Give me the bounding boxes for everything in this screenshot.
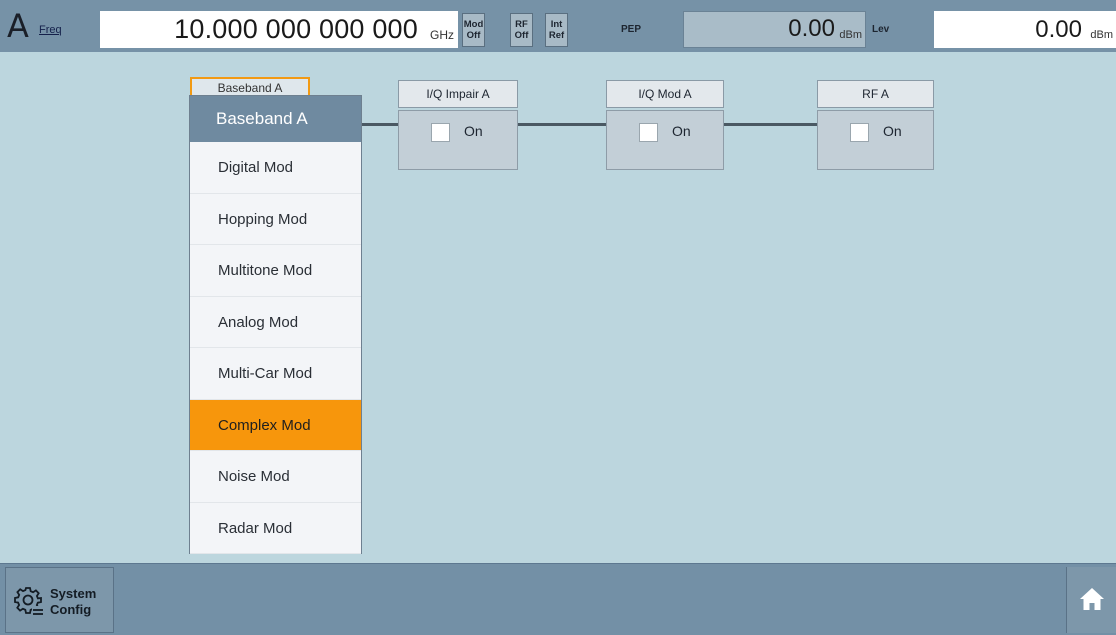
system-config-label: System Config [50, 586, 96, 618]
system-config-button[interactable]: System Config [5, 567, 114, 633]
signal-connector [518, 123, 606, 126]
level-field[interactable]: 0.00 dBm [934, 11, 1116, 48]
rf-on-checkbox[interactable] [850, 123, 869, 142]
menu-item-radar-mod[interactable]: Radar Mod [190, 503, 361, 554]
rf-off-button[interactable]: RF Off [510, 13, 533, 47]
pep-value: 0.00 [788, 15, 835, 42]
frequency-unit: GHz [430, 28, 454, 42]
pep-unit: dBm [839, 29, 862, 41]
signal-connector [724, 123, 817, 126]
system-config-line2: Config [50, 602, 92, 617]
rf-off-line2: Off [514, 30, 529, 41]
iq-impair-on-checkbox[interactable] [431, 123, 450, 142]
system-config-line1: System [50, 586, 97, 601]
bottom-toolbar [0, 563, 1116, 635]
iq-impair-on-label: On [464, 123, 483, 139]
rf-block[interactable]: On [817, 110, 934, 170]
pep-field: 0.00 dBm [683, 11, 866, 48]
top-status-bar: A Freq 10.000 000 000 000 GHz Mod Off RF… [0, 0, 1116, 52]
rf-block-title[interactable]: RF A [817, 80, 934, 108]
freq-link[interactable]: Freq [39, 24, 62, 36]
pep-label: PEP [621, 24, 642, 35]
level-value: 0.00 [1035, 16, 1082, 43]
iq-impair-block-title[interactable]: I/Q Impair A [398, 80, 518, 108]
menu-item-hopping-mod[interactable]: Hopping Mod [190, 194, 361, 245]
rf-off-line1: RF [515, 19, 528, 30]
menu-item-digital-mod[interactable]: Digital Mod [190, 142, 361, 194]
int-ref-line2: Ref [548, 30, 565, 41]
iq-mod-block-title[interactable]: I/Q Mod A [606, 80, 724, 108]
iq-mod-on-checkbox[interactable] [639, 123, 658, 142]
menu-item-multi-car-mod[interactable]: Multi-Car Mod [190, 348, 361, 400]
level-unit: dBm [1090, 29, 1113, 41]
level-label: Lev [872, 24, 890, 35]
menu-item-analog-mod[interactable]: Analog Mod [190, 297, 361, 348]
int-ref-button[interactable]: Int Ref [545, 13, 568, 47]
menu-header: Baseband A [190, 96, 361, 142]
signal-connector [362, 123, 399, 126]
mod-off-button[interactable]: Mod Off [462, 13, 485, 47]
rf-on-label: On [883, 123, 902, 139]
menu-item-multitone-mod[interactable]: Multitone Mod [190, 245, 361, 297]
iq-mod-block[interactable]: On [606, 110, 724, 170]
home-button[interactable] [1066, 567, 1116, 633]
menu-item-noise-mod[interactable]: Noise Mod [190, 451, 361, 503]
menu-item-complex-mod[interactable]: Complex Mod [190, 399, 361, 451]
frequency-value: 10.000 000 000 000 [174, 14, 418, 44]
gear-icon [14, 587, 43, 615]
iq-impair-block[interactable]: On [398, 110, 518, 170]
iq-mod-on-label: On [672, 123, 691, 139]
mod-off-line2: Off [466, 30, 481, 41]
int-ref-line1: Int [550, 19, 563, 30]
baseband-menu: Baseband A Digital Mod Hopping Mod Multi… [189, 95, 362, 554]
channel-indicator: A [7, 7, 29, 45]
home-icon [1080, 588, 1104, 610]
frequency-field[interactable]: 10.000 000 000 000 GHz [100, 11, 458, 48]
mod-off-line1: Mod [463, 19, 484, 30]
